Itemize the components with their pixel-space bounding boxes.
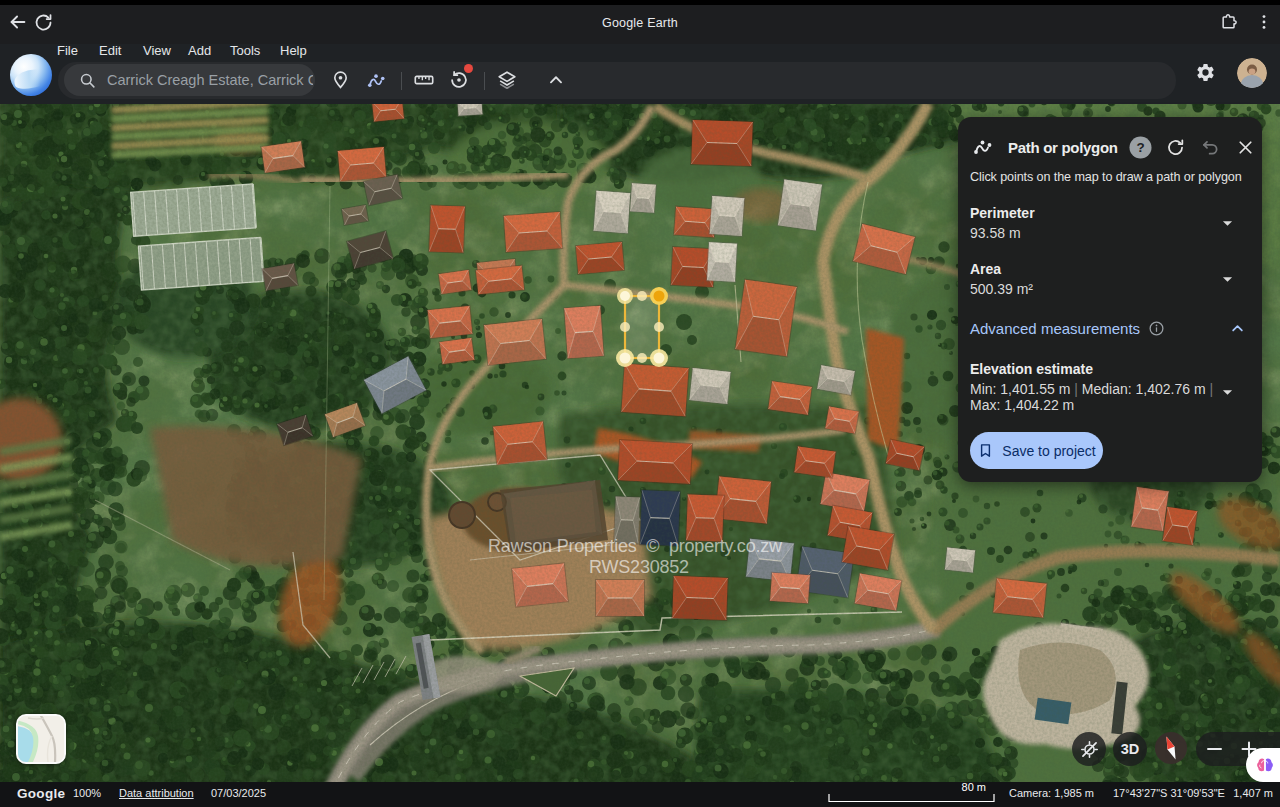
svg-text:?: ? [1136, 140, 1144, 155]
